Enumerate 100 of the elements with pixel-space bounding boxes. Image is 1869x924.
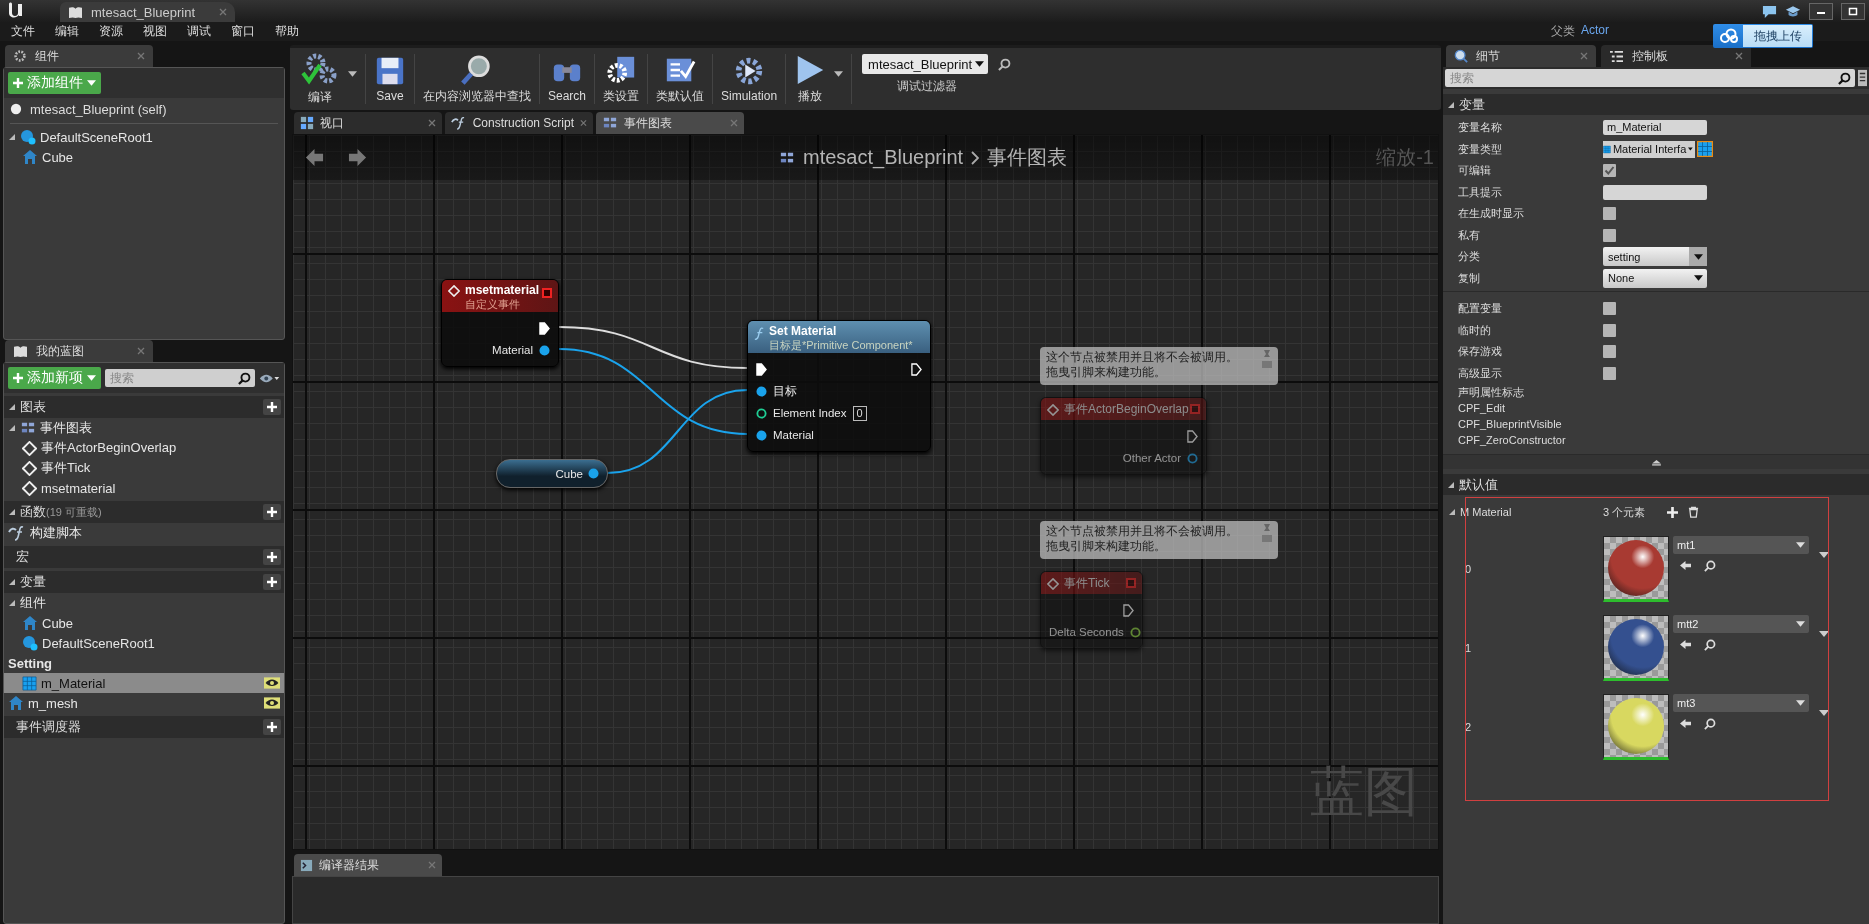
expand-arrow-icon[interactable] [8,508,16,516]
array-type-icon[interactable] [1697,141,1713,158]
checkbox[interactable] [1603,302,1616,316]
trash-icon[interactable] [1688,506,1700,518]
text-field[interactable] [1603,184,1707,200]
document-tab[interactable]: 视口 [294,112,442,134]
expand-arrow-icon[interactable] [8,424,16,432]
toolbar-button[interactable]: 类设置 [597,48,646,110]
back-arrow-icon[interactable] [305,148,324,167]
close-icon[interactable] [580,119,587,127]
checkbox[interactable] [1603,323,1616,337]
debug-filter-dropdown[interactable]: mtesact_Blueprint [862,54,989,74]
category-row[interactable]: Setting [4,653,284,673]
close-icon[interactable] [219,8,227,16]
use-selected-arrow-icon[interactable] [1679,638,1692,650]
caret-icon[interactable] [1819,630,1829,637]
forward-arrow-icon[interactable] [348,148,367,167]
section-header[interactable]: 变量 [4,571,284,593]
material-thumbnail[interactable] [1603,535,1669,602]
custom-event-node[interactable]: msetmaterial 自定义事件 Material [441,279,559,367]
add-button[interactable] [263,549,281,565]
delegate-pin-icon[interactable] [542,288,552,298]
panel-tab[interactable]: 我的蓝图 [5,340,153,362]
expand-arrow-icon[interactable] [1447,100,1455,109]
add-button[interactable] [263,574,281,590]
search-field[interactable]: 搜索 [1445,69,1855,87]
caret-icon[interactable] [1819,709,1829,716]
graduation-cap-icon[interactable] [1785,3,1801,19]
caret-icon[interactable] [348,71,357,77]
dropdown[interactable]: None [1603,268,1707,288]
blueprint-item[interactable]: DefaultSceneRoot1 [4,127,284,147]
menu-item[interactable]: 资源 [99,23,123,40]
combo-box[interactable]: setting [1603,247,1707,267]
add-button[interactable] [263,719,281,735]
expand-arrow-icon[interactable] [1447,480,1455,489]
collapse-arrow-icon[interactable] [1650,458,1662,466]
menu-item[interactable]: 编辑 [55,23,79,40]
asset-dropdown[interactable]: mt1 [1673,535,1809,554]
section-header[interactable]: 事件调度器 [4,716,284,738]
exec-pin-icon[interactable] [911,362,922,376]
type-dropdown[interactable]: Material Interfa [1603,140,1695,158]
blueprint-item[interactable]: msetmaterial [4,478,284,498]
use-selected-arrow-icon[interactable] [1679,717,1692,729]
panel-tab[interactable]: 组件 [5,45,153,67]
variable-node[interactable]: Cube [496,459,608,488]
data-pin-icon[interactable] [539,344,550,356]
exec-pin-icon[interactable] [756,362,767,376]
text-field[interactable]: m_Material [1603,120,1707,136]
upload-widget[interactable]: 拖拽上传 [1713,24,1813,48]
document-tab[interactable]: mtesact_Blueprint [60,2,235,22]
speech-bubble-icon[interactable] [1762,3,1777,19]
section-header[interactable]: 宏 [4,546,284,568]
blueprint-item[interactable]: m_mesh [4,693,284,713]
panel-tab[interactable]: 细节 [1446,45,1596,67]
expand-arrow-icon[interactable] [8,133,16,141]
blueprint-item[interactable]: 事件Tick [4,458,284,478]
search-icon[interactable] [1704,559,1716,572]
checkbox[interactable] [1603,345,1616,359]
toolbar-button[interactable]: 在内容浏览器中查找 [417,48,537,110]
breadcrumb-item[interactable]: 事件图表 [987,144,1068,171]
eye-icon[interactable] [264,677,280,689]
expand-arrow-icon[interactable] [8,578,16,586]
menu-item[interactable]: 文件 [11,23,35,40]
expand-arrow-icon[interactable] [8,403,16,411]
caret-icon[interactable] [1819,551,1829,558]
blueprint-item[interactable]: Cube [4,147,284,167]
data-pin-icon[interactable] [756,385,767,397]
document-tab[interactable]: Construction Script [445,112,593,134]
search-input[interactable]: 搜索 [105,371,238,385]
pin-value-field[interactable]: 0 [852,405,867,421]
asset-dropdown[interactable]: mtt2 [1673,614,1809,633]
data-pin-icon[interactable] [588,468,599,479]
checkbox[interactable] [1603,228,1616,242]
toolbar-button[interactable]: Simulation [715,48,784,110]
search-icon[interactable] [1704,717,1716,730]
data-pin-icon[interactable] [756,407,767,419]
add-button[interactable] [263,399,281,415]
material-thumbnail[interactable] [1603,614,1669,681]
toolbar-button[interactable]: Save [368,48,412,110]
close-icon[interactable] [1735,52,1743,60]
category-row[interactable]: 组件 [4,593,284,613]
toolbar-button[interactable]: Search [542,48,593,110]
panel-tab[interactable]: 控制板 [1601,45,1751,67]
search-icon[interactable] [998,57,1012,71]
search-icon[interactable] [1704,638,1716,651]
plus-icon[interactable] [1667,506,1679,518]
graph-canvas[interactable] [292,134,1439,850]
use-selected-arrow-icon[interactable] [1679,559,1692,571]
checkbox[interactable] [1603,207,1616,221]
section-header[interactable]: 函数(19 可重载) [4,501,284,523]
caret-icon[interactable] [834,71,844,77]
menu-item[interactable]: 调试 [187,23,211,40]
blueprint-item[interactable]: DefaultSceneRoot1 [4,633,284,653]
menu-item[interactable]: 视图 [143,23,167,40]
blueprint-item[interactable]: Cube [4,613,284,633]
toolbar-button[interactable]: 播放 [788,48,833,110]
menu-item[interactable]: 帮助 [275,23,299,40]
eye-icon[interactable] [264,697,280,709]
search-field[interactable]: 搜索 [105,369,255,387]
breadcrumb-item[interactable]: mtesact_Blueprint [803,146,964,169]
